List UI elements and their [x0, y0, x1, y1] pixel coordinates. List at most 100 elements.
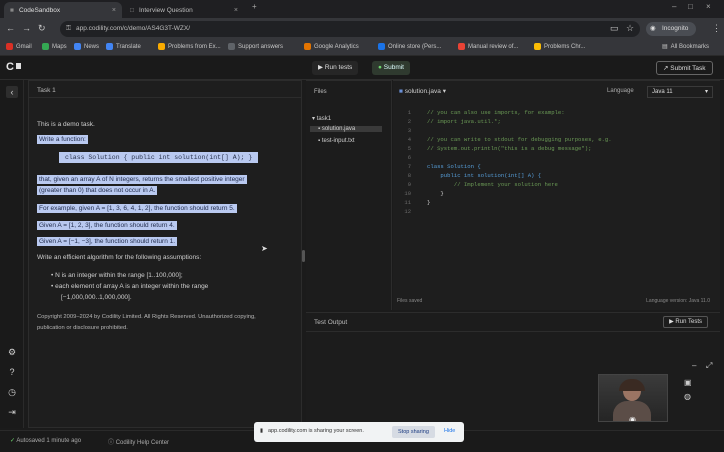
bookmark-favicon-icon — [378, 43, 385, 50]
hide-link[interactable]: Hide — [444, 428, 455, 434]
function-signature: class Solution { public int solution(int… — [59, 152, 259, 163]
cast-icon[interactable]: ▭ — [610, 23, 619, 34]
address-bar[interactable]: ⚿ app.codility.com/c/demo/AS4G3T-WZX/ — [60, 21, 640, 37]
editor-file-tab[interactable]: ■ solution.java ▾ — [399, 87, 446, 95]
problem-title: Task 1 — [37, 87, 56, 94]
files-header: Files — [314, 89, 327, 95]
minimize-icon[interactable]: – — [672, 2, 676, 11]
bookmark-star-icon[interactable]: ☆ — [626, 23, 634, 34]
bookmark-favicon-icon — [6, 43, 13, 50]
chevron-down-icon: ▾ — [442, 88, 446, 95]
line-number: 8 — [407, 172, 411, 179]
bookmark-item[interactable]: Problems Chr... — [534, 43, 585, 50]
bookmark-item[interactable]: Translate — [106, 43, 141, 50]
bookmark-item[interactable]: Problems from Ex... — [158, 43, 221, 50]
reload-icon[interactable]: ↻ — [38, 23, 46, 34]
help-icon[interactable]: ? — [6, 366, 18, 378]
close-icon[interactable]: × — [234, 7, 238, 14]
tab-favicon-icon: □ — [130, 6, 134, 14]
problem-line-highlight: For example, given A = [1, 3, 6, 4, 1, 2… — [37, 204, 237, 213]
back-icon[interactable]: ← — [6, 23, 15, 33]
tab-codility[interactable]: ■ CodeSandbox × — [4, 2, 122, 18]
help-center-link[interactable]: ⓘ Codility Help Center — [108, 437, 169, 446]
submit-arrow-icon: ↗ — [663, 65, 669, 72]
screen-share-toast: ▮ app.codility.com is sharing your scree… — [254, 422, 464, 442]
bookmark-item[interactable]: Support answers — [228, 43, 283, 50]
display-icon[interactable]: ▣ — [684, 378, 692, 387]
file-item-test-input[interactable]: ▪ test-input.txt — [318, 138, 355, 144]
bookmark-favicon-icon — [304, 43, 311, 50]
problem-line-highlight: that, given an array A of N integers, re… — [37, 175, 247, 184]
submit-button[interactable]: ● Submit — [372, 61, 410, 75]
folder-item[interactable]: ▾ task1 — [312, 115, 331, 122]
submit-task-button[interactable]: ↗ Submit Task — [656, 61, 713, 75]
bookmark-label: Problems from Ex... — [168, 43, 221, 50]
folder-icon: ▤ — [662, 44, 668, 50]
minimize-preview-icon[interactable]: – — [692, 361, 696, 370]
resize-handle[interactable] — [302, 250, 305, 262]
camera-icon[interactable]: ◉ — [629, 415, 636, 421]
stop-sharing-button[interactable]: Stop sharing — [392, 426, 435, 438]
all-bookmarks-label: All Bookmarks — [670, 43, 710, 50]
run-tests-small-button[interactable]: ▶ Run Tests — [663, 316, 708, 328]
play-icon: ▶ — [318, 64, 323, 71]
problem-line-highlight: Write a function: — [37, 135, 88, 144]
bookmark-label: Maps — [52, 43, 67, 50]
line-number: 9 — [407, 181, 411, 188]
profile-chip[interactable]: ◉ Incognito — [646, 22, 697, 36]
all-bookmarks[interactable]: ▤ All Bookmarks — [662, 43, 710, 51]
profile-label: Incognito — [662, 25, 689, 32]
bookmark-label: Translate — [116, 43, 141, 50]
copyright-line: Copyright 2009–2024 by Codility Limited.… — [37, 314, 256, 320]
collapse-chevron-icon[interactable]: ‹ — [6, 86, 18, 98]
code-editor[interactable]: ■ solution.java ▾ Language Java 11 ▾ 1 2 … — [393, 80, 720, 310]
bookmark-label: Support answers — [238, 43, 284, 50]
settings-icon[interactable]: ⚙ — [6, 346, 18, 358]
menu-kebab-icon[interactable]: ⋮ — [712, 23, 721, 34]
mic-icon[interactable]: ◍ — [684, 392, 691, 401]
line-number: 2 — [407, 118, 411, 125]
lock-icon: ⚿ — [66, 25, 71, 32]
tab-interview-label: Interview Question — [138, 6, 193, 14]
tab-favicon-icon: ■ — [10, 6, 14, 14]
check-icon: ✓ — [10, 438, 16, 444]
copyright-line: publication or disclosure prohibited. — [37, 325, 128, 331]
bullet-item: • each element of array A is an integer … — [51, 283, 209, 290]
new-tab-button[interactable]: + — [252, 2, 257, 11]
bookmark-item[interactable]: News — [74, 43, 99, 50]
close-window-icon[interactable]: × — [706, 2, 711, 11]
app-header: C ▶ Run tests ● Submit ↗ Submit Task — [0, 56, 724, 80]
problem-line-highlight: (greater than 0) that does not occur in … — [37, 186, 158, 195]
logo-mark — [16, 63, 21, 69]
bookmark-label: Google Analytics — [314, 43, 359, 50]
close-icon[interactable]: × — [112, 7, 116, 14]
bookmark-item[interactable]: Online store (Pers... — [378, 43, 441, 50]
line-number: 4 — [407, 136, 411, 143]
expand-preview-icon[interactable]: ⤢ — [706, 361, 712, 371]
status-right: Language version: Java 11.0 — [646, 298, 710, 304]
bookmark-item[interactable]: Maps — [42, 43, 67, 50]
bookmark-item[interactable]: Google Analytics — [304, 43, 359, 50]
line-number: 1 — [407, 109, 411, 116]
exit-icon[interactable]: ⇥ — [6, 406, 18, 418]
bookmark-item[interactable]: Manual review of... — [458, 43, 518, 50]
tab-interview-question[interactable]: □ Interview Question × — [124, 2, 244, 18]
run-tests-button[interactable]: ▶ Run tests — [312, 61, 359, 75]
bullet-text: each element of array A is an integer wi… — [55, 283, 209, 290]
clock-icon[interactable]: ◷ — [6, 386, 18, 398]
bookmark-favicon-icon — [106, 43, 113, 50]
bullet-text: N is an integer within the range [1..100… — [55, 272, 183, 279]
file-item-solution[interactable]: ▪ solution.java — [310, 126, 382, 132]
info-icon: ⓘ — [108, 440, 115, 446]
bullet-item: • N is an integer within the range [1..1… — [51, 272, 183, 279]
problem-line-highlight: Given A = [−1, −3], the function should … — [37, 237, 178, 246]
bookmark-label: News — [84, 43, 100, 50]
language-select[interactable]: Java 11 ▾ — [647, 86, 713, 98]
test-output-title: Test Output — [314, 319, 348, 326]
code-line: // System.out.println("this is a debug m… — [427, 145, 592, 152]
bookmark-item[interactable]: Gmail — [6, 43, 32, 50]
bookmark-favicon-icon — [158, 43, 165, 50]
maximize-icon[interactable]: □ — [688, 2, 693, 11]
file-icon: ■ — [399, 88, 403, 95]
forward-icon[interactable]: → — [22, 23, 31, 33]
